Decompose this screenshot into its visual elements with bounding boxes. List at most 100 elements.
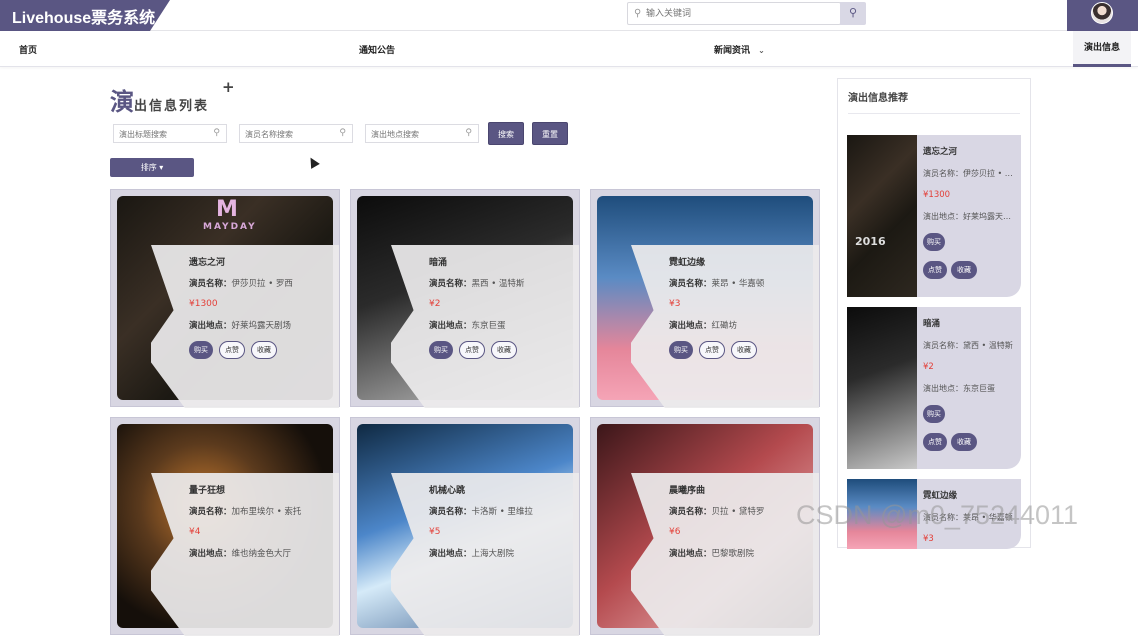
- show-info-panel: 霓虹边缘 演员名称：莱昂 • 华嘉顿 ¥3 演出地点：红磡坊 购买 点赞 收藏: [631, 245, 819, 408]
- show-info-panel: 量子狂想 演员名称：加布里埃尔 • 索托 ¥4 演出地点：维也纳金色大厅: [151, 473, 339, 636]
- favorite-button[interactable]: 收藏: [731, 341, 757, 359]
- recommend-panel: 演出信息推荐 2016 遗忘之河 演员名称：伊莎贝拉 • … ¥1300 演出地…: [837, 78, 1031, 549]
- show-place: 演出地点：上海大剧院: [429, 549, 515, 559]
- show-card[interactable]: 机械心跳 演员名称：卡洛斯 • 里维拉 ¥5 演出地点：上海大剧院: [350, 417, 580, 636]
- page-title-big: 演: [110, 88, 134, 116]
- show-title: 机械心跳: [429, 486, 466, 496]
- mayday-logo: M MAYDAY: [203, 197, 257, 233]
- search-icon: ⚲: [465, 128, 472, 138]
- divider: [848, 113, 1020, 114]
- recommend-item-actor: 演员名称：黛西 • 温特斯: [923, 341, 1013, 350]
- user-area[interactable]: [1067, 0, 1138, 31]
- title-filter[interactable]: ⚲: [113, 124, 227, 143]
- show-info-panel: 机械心跳 演员名称：卡洛斯 • 里维拉 ¥5 演出地点：上海大剧院: [391, 473, 579, 636]
- show-actor: 演员名称：卡洛斯 • 里维拉: [429, 507, 533, 517]
- show-title: 量子狂想: [189, 486, 226, 496]
- buy-button[interactable]: 购买: [429, 341, 453, 359]
- show-info-panel: 暗涌 演员名称：黑西 • 温特斯 ¥2 演出地点：东京巨蛋 购买 点赞 收藏: [391, 245, 579, 408]
- page-title-rest: 出信息列表: [134, 99, 210, 114]
- recommend-title: 演出信息推荐: [848, 93, 908, 104]
- brand-title: Livehouse票务系统: [12, 10, 156, 27]
- page-title: 演出信息列表 +: [110, 78, 235, 117]
- nav-item-notice[interactable]: 通知公告: [359, 43, 395, 56]
- show-price: ¥6: [669, 527, 681, 537]
- show-title: 暗涌: [429, 258, 448, 268]
- recommend-item-place: 演出地点：好莱坞露天…: [923, 212, 1011, 221]
- recommend-item-price: ¥3: [923, 534, 934, 544]
- search-button[interactable]: ⚲: [840, 2, 866, 25]
- buy-button[interactable]: 购买: [669, 341, 693, 359]
- like-button[interactable]: 点赞: [699, 341, 725, 359]
- search-submit-button[interactable]: 搜索: [488, 122, 524, 145]
- like-button[interactable]: 点赞: [219, 341, 245, 359]
- show-price: ¥5: [429, 527, 441, 537]
- favorite-button[interactable]: 收藏: [491, 341, 517, 359]
- top-bar: Livehouse票务系统 ⚲ ⚲: [0, 0, 1138, 31]
- search-icon: ⚲: [339, 128, 346, 138]
- search-input[interactable]: [646, 6, 836, 21]
- watermark: CSDN @m0_75244011: [796, 500, 1079, 530]
- recommend-poster: [847, 307, 917, 469]
- recommend-item[interactable]: 暗涌 演员名称：黛西 • 温特斯 ¥2 演出地点：东京巨蛋 购买 点赞 收藏: [847, 307, 1021, 469]
- place-search-input[interactable]: [371, 128, 463, 140]
- show-place: 演出地点：巴黎歌剧院: [669, 549, 755, 559]
- nav-item-home[interactable]: 首页: [19, 43, 37, 56]
- poster-year: 2016: [855, 235, 886, 248]
- avatar[interactable]: [1091, 2, 1113, 24]
- show-place: 演出地点：好莱坞露天剧场: [189, 321, 292, 331]
- show-actor: 演员名称：贝拉 • 黛特罗: [669, 507, 765, 517]
- buy-button[interactable]: 购买: [923, 233, 945, 251]
- search-icon: ⚲: [848, 6, 858, 19]
- favorite-button[interactable]: 收藏: [251, 341, 277, 359]
- show-title: 霓虹边缘: [669, 258, 706, 268]
- nav-item-shows[interactable]: 演出信息: [1073, 31, 1131, 67]
- actor-search-input[interactable]: [245, 128, 337, 140]
- place-filter[interactable]: ⚲: [365, 124, 479, 143]
- recommend-item[interactable]: 2016 遗忘之河 演员名称：伊莎贝拉 • … ¥1300 演出地点：好莱坞露天…: [847, 135, 1021, 297]
- recommend-item-actor: 演员名称：伊莎贝拉 • …: [923, 169, 1013, 178]
- mouse-cursor: [306, 155, 320, 169]
- page-title-plus: +: [222, 78, 235, 96]
- show-price: ¥3: [669, 299, 681, 309]
- show-card[interactable]: 暗涌 演员名称：黑西 • 温特斯 ¥2 演出地点：东京巨蛋 购买 点赞 收藏: [350, 189, 580, 408]
- show-actor: 演员名称：莱昂 • 华嘉顿: [669, 279, 765, 289]
- show-place: 演出地点：维也纳金色大厅: [189, 549, 292, 559]
- recommend-item-title: 遗忘之河: [923, 147, 958, 157]
- show-actor: 演员名称：黑西 • 温特斯: [429, 279, 525, 289]
- like-button[interactable]: 点赞: [923, 261, 947, 279]
- show-card[interactable]: 量子狂想 演员名称：加布里埃尔 • 索托 ¥4 演出地点：维也纳金色大厅: [110, 417, 340, 636]
- buy-button[interactable]: 购买: [189, 341, 213, 359]
- show-place: 演出地点：东京巨蛋: [429, 321, 506, 331]
- show-price: ¥2: [429, 299, 441, 309]
- buy-button[interactable]: 购买: [923, 405, 945, 423]
- main-nav: 首页 通知公告 新闻资讯 ⌄ 演出信息: [0, 31, 1138, 67]
- actor-filter[interactable]: ⚲: [239, 124, 353, 143]
- favorite-button[interactable]: 收藏: [951, 433, 977, 451]
- brand-logo[interactable]: Livehouse票务系统: [0, 0, 170, 31]
- show-card[interactable]: M MAYDAY 遗忘之河 演员名称：伊莎贝拉 • 罗西 ¥1300 演出地点：好…: [110, 189, 340, 408]
- like-button[interactable]: 点赞: [459, 341, 485, 359]
- reset-button[interactable]: 重置: [532, 122, 568, 145]
- show-card[interactable]: 霓虹边缘 演员名称：莱昂 • 华嘉顿 ¥3 演出地点：红磡坊 购买 点赞 收藏: [590, 189, 820, 408]
- nav-item-news-label: 新闻资讯: [714, 46, 751, 56]
- search-icon: ⚲: [634, 8, 642, 19]
- show-info-panel: 遗忘之河 演员名称：伊莎贝拉 • 罗西 ¥1300 演出地点：好莱坞露天剧场 购…: [151, 245, 339, 408]
- title-search-input[interactable]: [119, 128, 211, 140]
- sort-dropdown[interactable]: 排序 ▾: [110, 158, 194, 177]
- recommend-item-title: 暗涌: [923, 319, 941, 329]
- show-title: 晨曦序曲: [669, 486, 706, 496]
- recommend-item-place: 演出地点：东京巨蛋: [923, 384, 995, 393]
- nav-item-news[interactable]: 新闻资讯 ⌄: [714, 43, 765, 56]
- show-price: ¥1300: [189, 299, 218, 309]
- like-button[interactable]: 点赞: [923, 433, 947, 451]
- show-card[interactable]: 晨曦序曲 演员名称：贝拉 • 黛特罗 ¥6 演出地点：巴黎歌剧院: [590, 417, 820, 636]
- favorite-button[interactable]: 收藏: [951, 261, 977, 279]
- search-field[interactable]: ⚲: [627, 2, 841, 25]
- show-info-panel: 晨曦序曲 演员名称：贝拉 • 黛特罗 ¥6 演出地点：巴黎歌剧院: [631, 473, 819, 636]
- show-title: 遗忘之河: [189, 258, 226, 268]
- show-actor: 演员名称：加布里埃尔 • 索托: [189, 507, 302, 517]
- show-actor: 演员名称：伊莎贝拉 • 罗西: [189, 279, 293, 289]
- recommend-item-price: ¥2: [923, 362, 934, 372]
- show-price: ¥4: [189, 527, 201, 537]
- show-place: 演出地点：红磡坊: [669, 321, 738, 331]
